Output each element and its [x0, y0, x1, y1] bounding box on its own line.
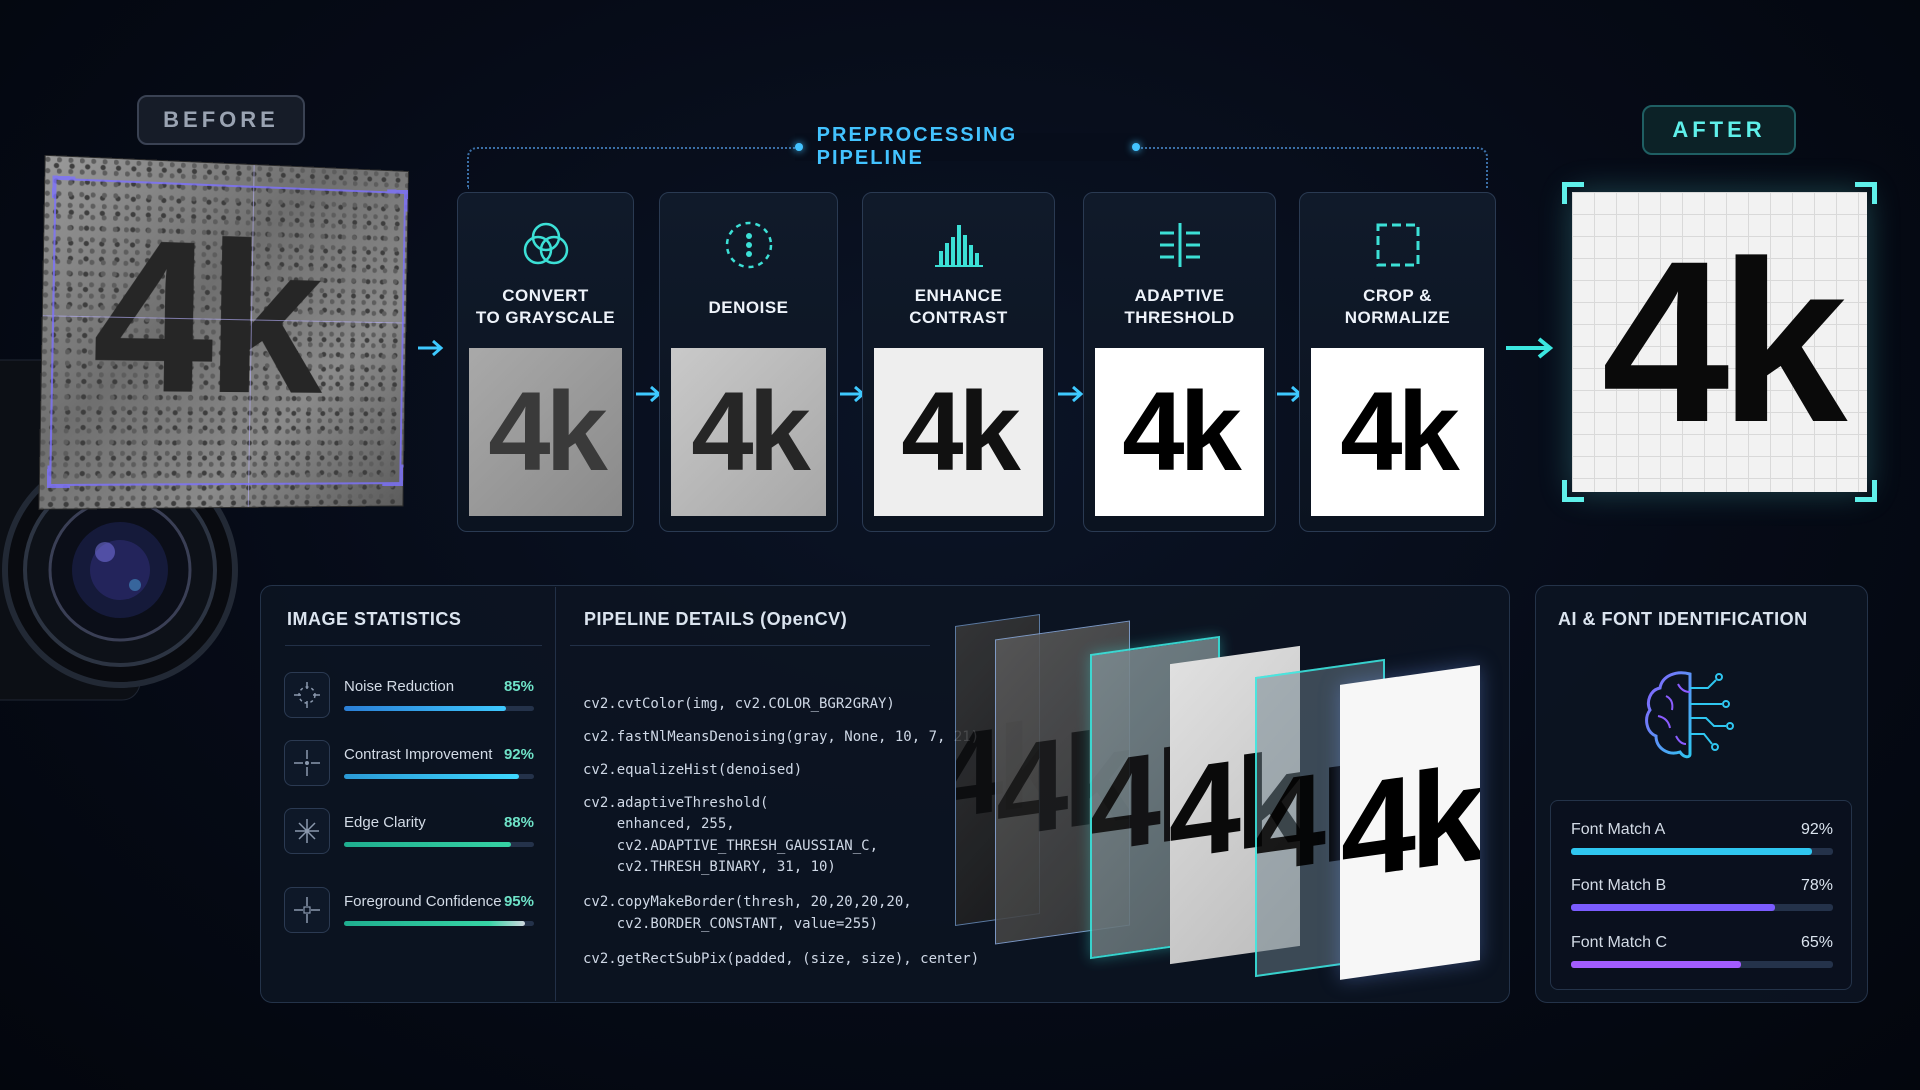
- stats-divider: [285, 645, 542, 646]
- before-label: BEFORE: [137, 95, 305, 145]
- panel-divider: [555, 587, 556, 1001]
- arrow-right-icon: [1506, 335, 1558, 361]
- step-label: ADAPTIVE THRESHOLD: [1084, 285, 1275, 329]
- step-thumbnail: 4k: [671, 348, 826, 516]
- font-match-name: Font Match B: [1571, 877, 1666, 895]
- font-match-a[interactable]: Font Match A 92%: [1571, 821, 1833, 861]
- code-line: cv2.equalizeHist(denoised): [583, 760, 979, 793]
- font-match-bar: [1571, 848, 1833, 855]
- stat-name: Foreground Confidence: [344, 893, 502, 910]
- layer-final: 4k: [1340, 665, 1480, 980]
- font-match-c[interactable]: Font Match C 65%: [1571, 934, 1833, 974]
- font-match-b[interactable]: Font Match B 78%: [1571, 877, 1833, 917]
- code-line: cv2.fastNlMeansDenoising(gray, None, 10,…: [583, 727, 979, 760]
- step-enhance-contrast[interactable]: ENHANCE CONTRAST 4k: [862, 192, 1055, 532]
- font-match-name: Font Match A: [1571, 821, 1665, 839]
- code-line: cv2.adaptiveThreshold(: [583, 793, 979, 815]
- color-circles-icon: [518, 217, 574, 273]
- code-line: enhanced, 255,: [583, 814, 979, 836]
- before-selection-frame: [49, 178, 406, 486]
- step-thumbnail: 4k: [1311, 348, 1484, 516]
- histogram-icon: [931, 217, 987, 273]
- stat-value: 92%: [504, 746, 534, 763]
- code-line: cv2.THRESH_BINARY, 31, 10): [583, 857, 979, 892]
- pipeline-details-title: PIPELINE DETAILS (OpenCV): [584, 609, 847, 630]
- font-match-value: 65%: [1801, 934, 1833, 952]
- step-denoise[interactable]: DENOISE 4k: [659, 192, 838, 532]
- brain-circuit-icon: [1636, 660, 1746, 770]
- stat-edge-clarity: Edge Clarity 88%: [284, 808, 534, 858]
- stat-bar: [344, 774, 534, 779]
- stat-noise-reduction: Noise Reduction 85%: [284, 672, 534, 722]
- stat-name: Noise Reduction: [344, 678, 454, 695]
- stat-value: 88%: [504, 814, 534, 831]
- code-line: cv2.getRectSubPix(padded, (size, size), …: [583, 949, 979, 971]
- crop-icon: [1370, 217, 1426, 273]
- crosshair-icon: [284, 672, 330, 718]
- font-match-bar: [1571, 904, 1833, 911]
- step-label: ENHANCE CONTRAST: [863, 285, 1054, 329]
- ai-title: AI & FONT IDENTIFICATION: [1558, 609, 1808, 630]
- dot-icon: [1132, 143, 1140, 151]
- font-match-name: Font Match C: [1571, 934, 1667, 952]
- stat-value: 85%: [504, 678, 534, 695]
- arrow-right-icon: [418, 338, 448, 358]
- step-adaptive-threshold[interactable]: ADAPTIVE THRESHOLD 4k: [1083, 192, 1276, 532]
- code-line: cv2.ADAPTIVE_THRESH_GAUSSIAN_C,: [583, 836, 979, 858]
- code-line: cv2.copyMakeBorder(thresh, 20,20,20,20,: [583, 892, 979, 914]
- crosshair-icon: [284, 887, 330, 933]
- after-selection-frame: [1562, 182, 1877, 502]
- pipeline-divider: [570, 645, 930, 646]
- stat-bar: [344, 842, 534, 847]
- after-label: AFTER: [1642, 105, 1796, 155]
- crosshair-icon: [284, 740, 330, 786]
- stat-bar: [344, 706, 534, 711]
- font-match-list: Font Match A 92% Font Match B 78% Font M…: [1550, 800, 1852, 990]
- code-line: cv2.BORDER_CONSTANT, value=255): [583, 914, 979, 949]
- code-block: cv2.cvtColor(img, cv2.COLOR_BGR2GRAY) cv2…: [583, 672, 979, 992]
- stat-contrast-improvement: Contrast Improvement 92%: [284, 740, 534, 790]
- step-label: DENOISE: [660, 297, 837, 319]
- step-label: CONVERT TO GRAYSCALE: [458, 285, 633, 329]
- stat-name: Edge Clarity: [344, 814, 426, 831]
- stat-bar: [344, 921, 534, 926]
- step-thumbnail: 4k: [469, 348, 622, 516]
- code-line: cv2.cvtColor(img, cv2.COLOR_BGR2GRAY): [583, 694, 979, 727]
- step-thumbnail: 4k: [874, 348, 1043, 516]
- font-match-bar: [1571, 961, 1833, 968]
- denoise-dots-icon: [721, 217, 777, 273]
- stat-value: 95%: [504, 893, 534, 910]
- threshold-icon: [1152, 217, 1208, 273]
- font-match-value: 78%: [1801, 877, 1833, 895]
- step-label: CROP & NORMALIZE: [1300, 285, 1495, 329]
- stat-foreground-confidence: Foreground Confidence 95%: [284, 887, 534, 937]
- step-thumbnail: 4k: [1095, 348, 1264, 516]
- stat-name: Contrast Improvement: [344, 746, 492, 763]
- pipeline-title: PREPROCESSING PIPELINE: [795, 133, 1140, 161]
- dot-icon: [795, 143, 803, 151]
- step-grayscale[interactable]: CONVERT TO GRAYSCALE 4k: [457, 192, 634, 532]
- stats-title: IMAGE STATISTICS: [287, 609, 461, 630]
- pipeline-title-text: PREPROCESSING PIPELINE: [817, 124, 1119, 170]
- font-match-value: 92%: [1801, 821, 1833, 839]
- step-crop-normalize[interactable]: CROP & NORMALIZE 4k: [1299, 192, 1496, 532]
- sparkle-icon: [284, 808, 330, 854]
